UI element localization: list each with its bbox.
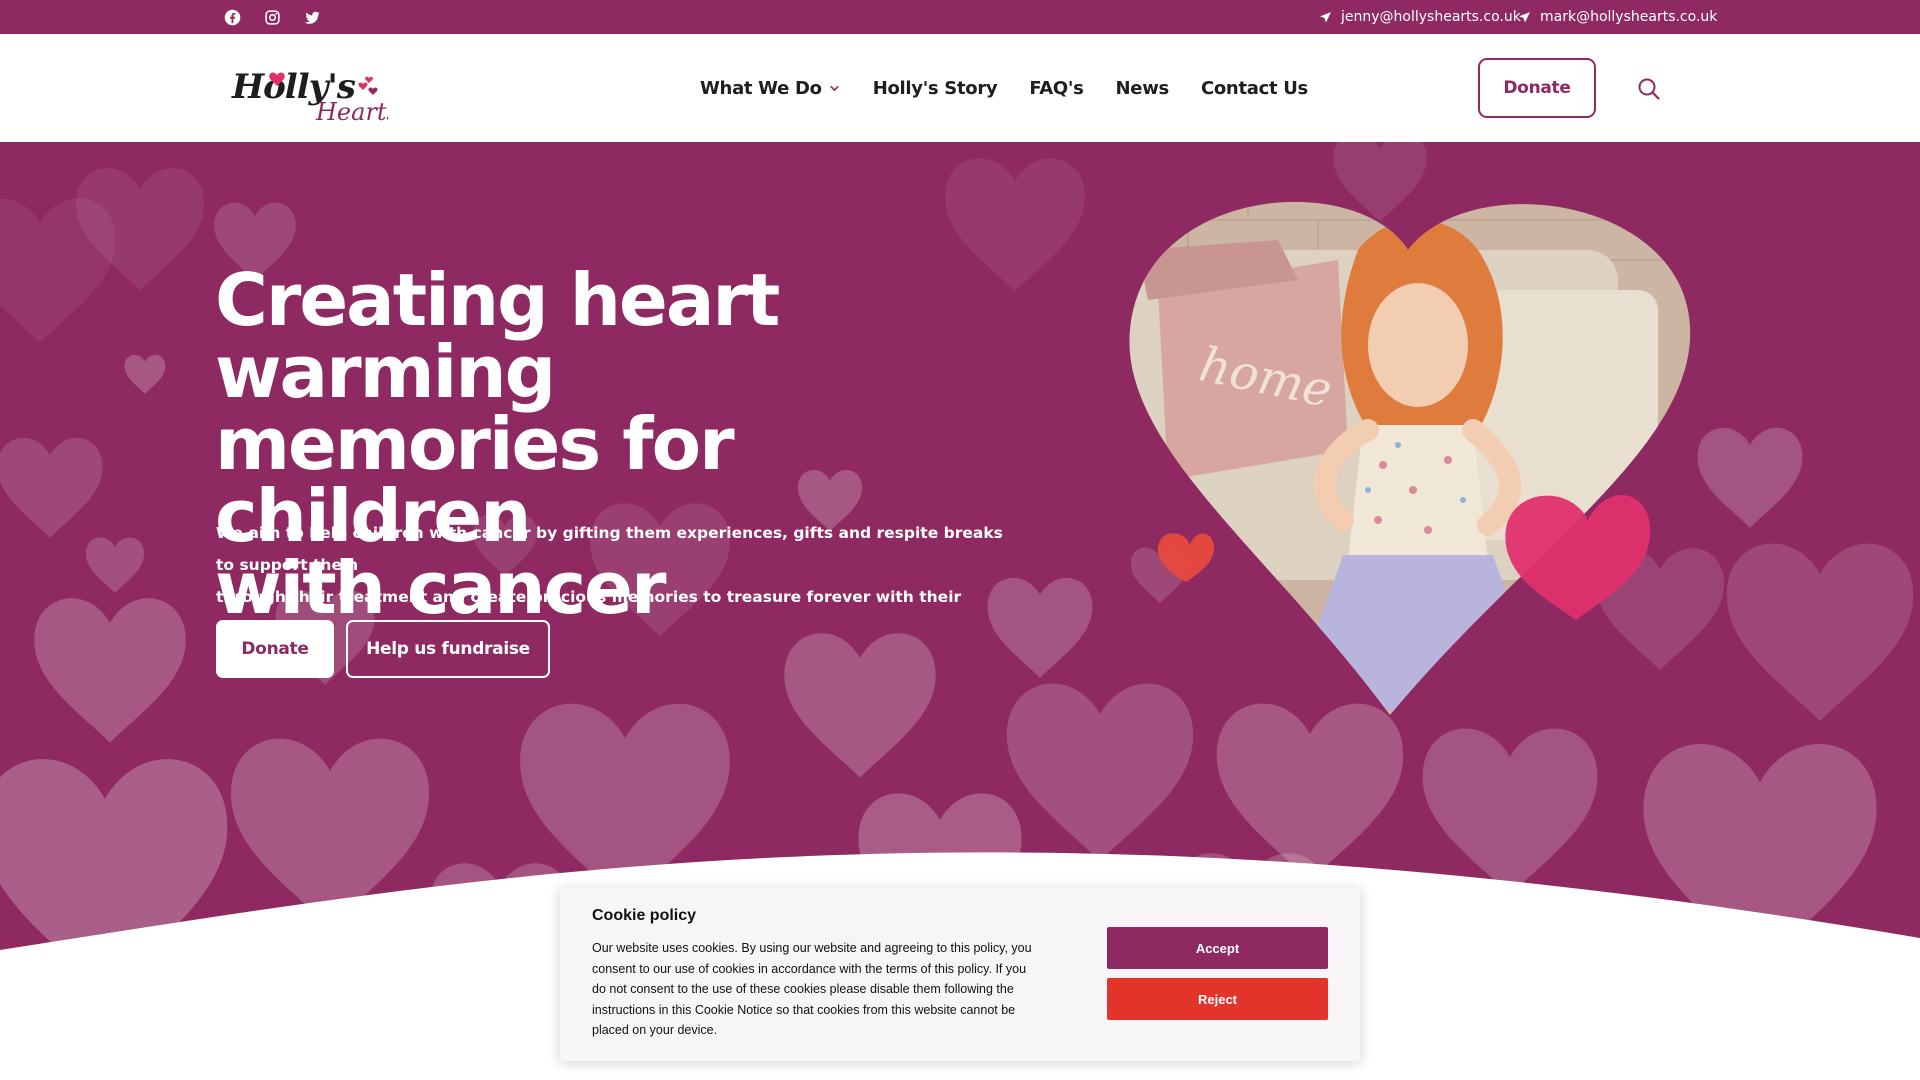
nav-item-what-we-do[interactable]: What We Do (700, 78, 841, 99)
cookie-text-line: consent to our use of cookies in accorda… (592, 961, 1027, 976)
nav-item-news[interactable]: News (1115, 77, 1170, 99)
header-donate-button[interactable]: Donate (1478, 58, 1596, 118)
email-link-jenny[interactable]: jenny@hollyshearts.co.uk (1319, 0, 1521, 34)
help-us-fundraise-button[interactable]: Help us fundraise (346, 620, 550, 678)
nav-item-contact-us[interactable]: Contact Us (1201, 78, 1308, 99)
top-bar: jenny@hollyshearts.co.uk mark@hollyshear… (0, 0, 1920, 34)
cookie-reject-button[interactable]: Reject (1107, 978, 1328, 1020)
email-link-mark[interactable]: mark@hollyshearts.co.uk (1518, 0, 1717, 34)
site-logo[interactable]: Holly's Hearts (228, 54, 399, 126)
cookie-title: Cookie policy (592, 907, 697, 924)
cookie-text-line: Our website uses cookies. By using our w… (592, 941, 1032, 955)
site-header: Holly's Hearts What We Do Holly's Story … (0, 34, 1920, 142)
cookie-notice: Cookie policy Our website uses cookies. … (560, 887, 1360, 1061)
main-nav: What We Do Holly's Story FAQ's News Cont… (700, 68, 1308, 108)
nav-label: Contact Us (1200, 77, 1308, 99)
twitter-icon[interactable] (302, 7, 322, 27)
nav-item-hollys-story[interactable]: Holly's Story (873, 78, 998, 99)
nav-label: FAQ's (1029, 77, 1084, 99)
nav-label: Holly's Story (872, 77, 998, 99)
send-icon (1519, 11, 1530, 22)
cookie-text: Our website uses cookies. By using our w… (592, 938, 1072, 1041)
email-text: mark@hollyshearts.co.uk (1540, 9, 1718, 25)
hero-title-line: Creating heart warming (215, 258, 780, 414)
cookie-text-line: instructions in this Cookie Notice so th… (592, 1002, 1016, 1017)
hero-description-line: through their treatment and create preci… (216, 588, 962, 638)
chevron-down-icon (829, 85, 839, 91)
instagram-icon[interactable] (262, 7, 282, 27)
hero-heart-photo: home (1129, 201, 1691, 715)
hero-description-line: We aim to help children with cancer by g… (216, 524, 1003, 574)
svg-text:Hearts: Hearts (315, 98, 388, 124)
send-icon (1320, 11, 1331, 22)
hero-description: We aim to help children with cancer by g… (216, 517, 1016, 645)
email-text: jenny@hollyshearts.co.uk (1341, 9, 1521, 25)
search-icon[interactable] (1636, 76, 1662, 102)
hollys-hearts-logo: Holly's Hearts (231, 67, 399, 126)
nav-label: News (1115, 77, 1170, 99)
cookie-text-line: do not consent to the use of these cooki… (592, 982, 1014, 997)
nav-item-faqs[interactable]: FAQ's (1029, 77, 1084, 99)
cookie-text-line: placed on your device. (592, 1023, 718, 1038)
facebook-icon[interactable] (222, 7, 242, 27)
cookie-accept-button[interactable]: Accept (1107, 927, 1328, 969)
nav-label: What We Do (700, 77, 822, 99)
hero-donate-button[interactable]: Donate (216, 620, 334, 678)
